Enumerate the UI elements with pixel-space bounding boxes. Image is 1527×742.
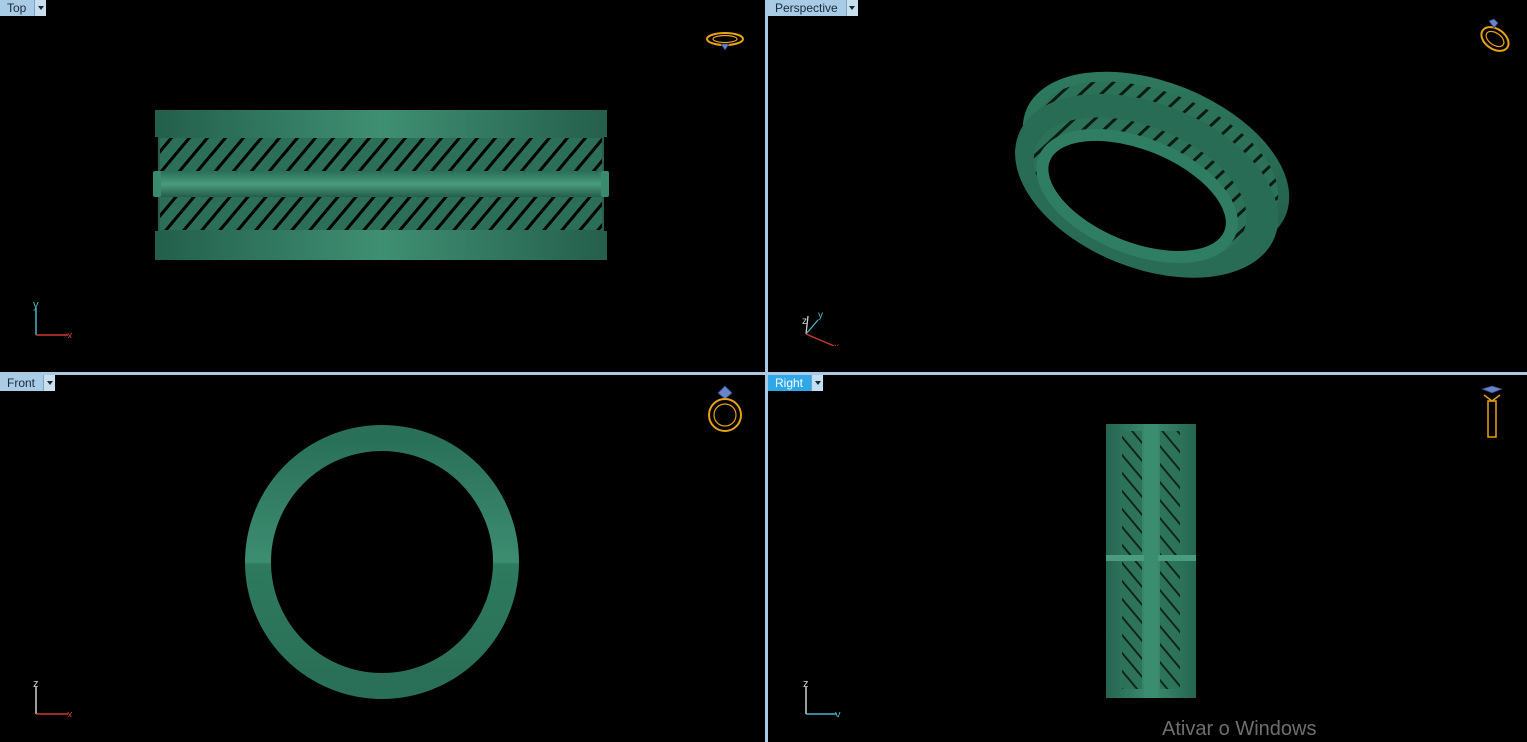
axis-label-z: z bbox=[802, 316, 807, 327]
viewport-tab-front[interactable]: Front bbox=[0, 375, 56, 391]
viewport-menu-chevron-down-icon[interactable] bbox=[43, 375, 56, 391]
viewport-label: Front bbox=[0, 375, 44, 391]
ring-front-view-icon[interactable] bbox=[704, 383, 746, 435]
viewport-front[interactable]: Front z x bbox=[0, 375, 765, 742]
ring-top-view-icon[interactable] bbox=[704, 27, 746, 53]
axis-triad-perspective: z y x bbox=[802, 310, 839, 346]
ring-model-perspective[interactable] bbox=[1008, 42, 1298, 297]
ring-perspective-icon[interactable] bbox=[1475, 16, 1515, 56]
axis-label-y: y bbox=[818, 310, 823, 321]
axis-triad-front: z x bbox=[33, 678, 73, 717]
windows-activation-watermark: Ativar o Windows bbox=[1162, 718, 1317, 740]
axis-triad-top: y x bbox=[33, 299, 73, 338]
axis-label-x: x bbox=[834, 342, 839, 346]
viewport-right[interactable]: Right z y bbox=[768, 375, 1527, 742]
ring-side-view-icon[interactable] bbox=[1478, 383, 1506, 439]
axis-label-z: z bbox=[803, 678, 809, 690]
axis-label-x: x bbox=[67, 330, 73, 338]
axis-triad-right: z y bbox=[803, 678, 841, 717]
viewport-perspective[interactable]: Perspective z y bbox=[768, 0, 1527, 372]
viewport-label: Perspective bbox=[768, 0, 846, 16]
viewport-menu-chevron-down-icon[interactable] bbox=[34, 0, 47, 16]
viewport-tab-perspective[interactable]: Perspective bbox=[768, 0, 858, 16]
viewport-tab-top[interactable]: Top bbox=[0, 0, 47, 16]
viewport-tab-right[interactable]: Right bbox=[768, 375, 824, 391]
viewport-label: Right bbox=[768, 375, 812, 391]
viewport-top[interactable]: Top y x bbox=[0, 0, 765, 372]
axis-label-y: y bbox=[835, 709, 841, 717]
axis-label-x: x bbox=[67, 709, 73, 717]
ring-model-top-view[interactable] bbox=[150, 105, 612, 265]
viewport-label: Top bbox=[0, 0, 35, 16]
viewport-menu-chevron-down-icon[interactable] bbox=[845, 0, 858, 16]
axis-label-y: y bbox=[33, 299, 39, 311]
ring-model-side-view[interactable] bbox=[1104, 421, 1198, 701]
ring-model-front-view[interactable] bbox=[243, 423, 523, 703]
axis-label-z: z bbox=[33, 678, 39, 690]
viewport-menu-chevron-down-icon[interactable] bbox=[811, 375, 824, 391]
